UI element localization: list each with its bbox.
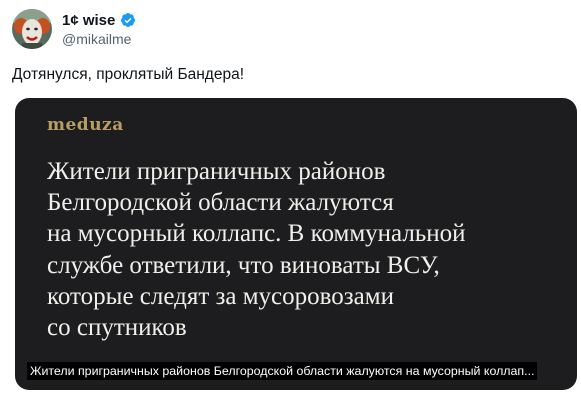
- avatar-image: [12, 9, 52, 49]
- headline-line: Жители приграничных районов: [47, 158, 386, 185]
- headline-line: на мусорный коллапс. В коммунальной: [47, 220, 466, 248]
- headline-line: со спутников: [47, 314, 187, 342]
- alt-text-caption: Жители приграничных районов Белгородской…: [27, 362, 538, 380]
- tweet-text: Дотянулся, проклятый Бандера!: [12, 66, 245, 83]
- author-name-row: 1¢ wise: [62, 10, 136, 30]
- meduza-logo: meduza: [47, 115, 124, 135]
- avatar[interactable]: [12, 9, 52, 49]
- media-headline: Жители приграничных районов Белгородской…: [47, 156, 557, 343]
- headline-line: которые следят за мусоровозами: [47, 282, 394, 310]
- headline-line: Белгородской области жалуются: [47, 189, 394, 217]
- verified-badge-icon: [120, 12, 136, 28]
- headline-line: службе ответили, что виноваты ВСУ,: [47, 251, 440, 279]
- author-display-name[interactable]: 1¢ wise: [62, 12, 115, 29]
- media-image[interactable]: meduza Жители приграничных районов Белго…: [15, 98, 577, 390]
- author-handle[interactable]: @mikailme: [62, 31, 131, 47]
